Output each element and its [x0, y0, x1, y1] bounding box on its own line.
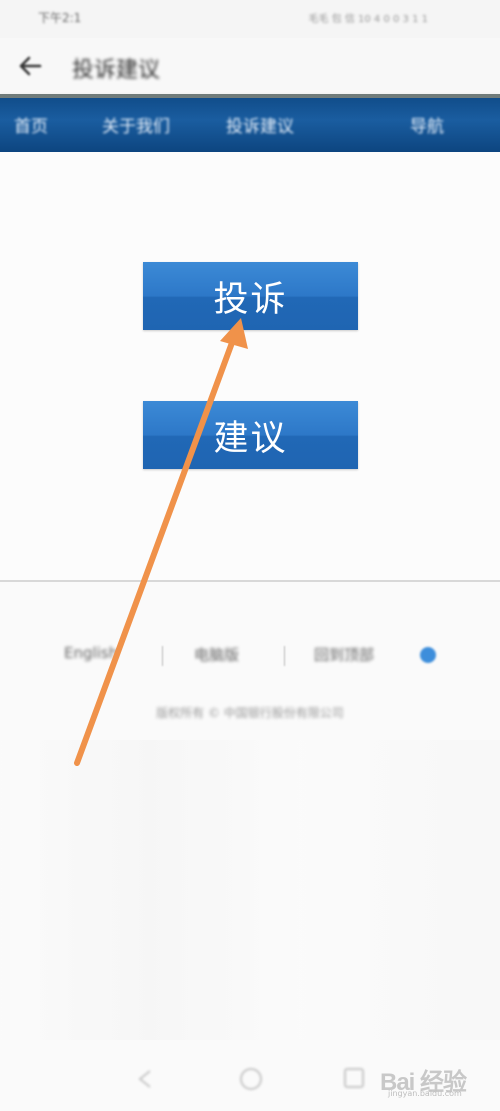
- nav-item-home[interactable]: 首页: [14, 112, 48, 137]
- divider: [0, 580, 500, 582]
- app-header: 投诉建议: [0, 38, 500, 94]
- site-nav-bar: 首页 关于我们 投诉建议 导航: [0, 94, 500, 152]
- nav-item-feedback[interactable]: 投诉建议: [226, 112, 294, 137]
- complaint-button[interactable]: 投诉: [143, 262, 358, 330]
- footer-link-desktop[interactable]: 电脑版: [194, 644, 239, 665]
- main-content: 投诉 建议: [0, 152, 500, 582]
- footer-link-english[interactable]: English: [64, 644, 118, 662]
- status-bar: 下午2:1 毛毛 包 信 10 4 0 0 3 1 1: [0, 0, 500, 38]
- footer-separator: [284, 646, 285, 666]
- suggestion-button[interactable]: 建议: [143, 401, 358, 469]
- copyright-text: 版权所有 © 中国银行股份有限公司: [156, 706, 344, 720]
- page-title: 投诉建议: [72, 58, 161, 83]
- back-to-top-icon[interactable]: [420, 647, 436, 663]
- nav-item-navigation[interactable]: 导航: [410, 112, 444, 137]
- watermark-url: jingyan.baidu.com: [388, 1089, 462, 1098]
- system-recent-apps-icon[interactable]: [344, 1068, 364, 1088]
- nav-item-about[interactable]: 关于我们: [102, 112, 170, 137]
- status-time: 下午2:1: [38, 11, 82, 25]
- system-home-icon[interactable]: [240, 1068, 262, 1090]
- system-back-icon[interactable]: [134, 1068, 156, 1090]
- status-icons: 毛毛 包 信 10 4 0 0 3 1 1: [308, 14, 428, 25]
- baidu-jingyan-watermark: Bai 经验 jingyan.baidu.com: [380, 1062, 495, 1100]
- footer-links: English 电脑版 回到顶部: [0, 644, 500, 672]
- footer-separator: [162, 646, 163, 666]
- back-arrow-icon[interactable]: [14, 52, 44, 80]
- footer-link-back-to-top[interactable]: 回到顶部: [314, 644, 374, 665]
- empty-area: [0, 740, 500, 1040]
